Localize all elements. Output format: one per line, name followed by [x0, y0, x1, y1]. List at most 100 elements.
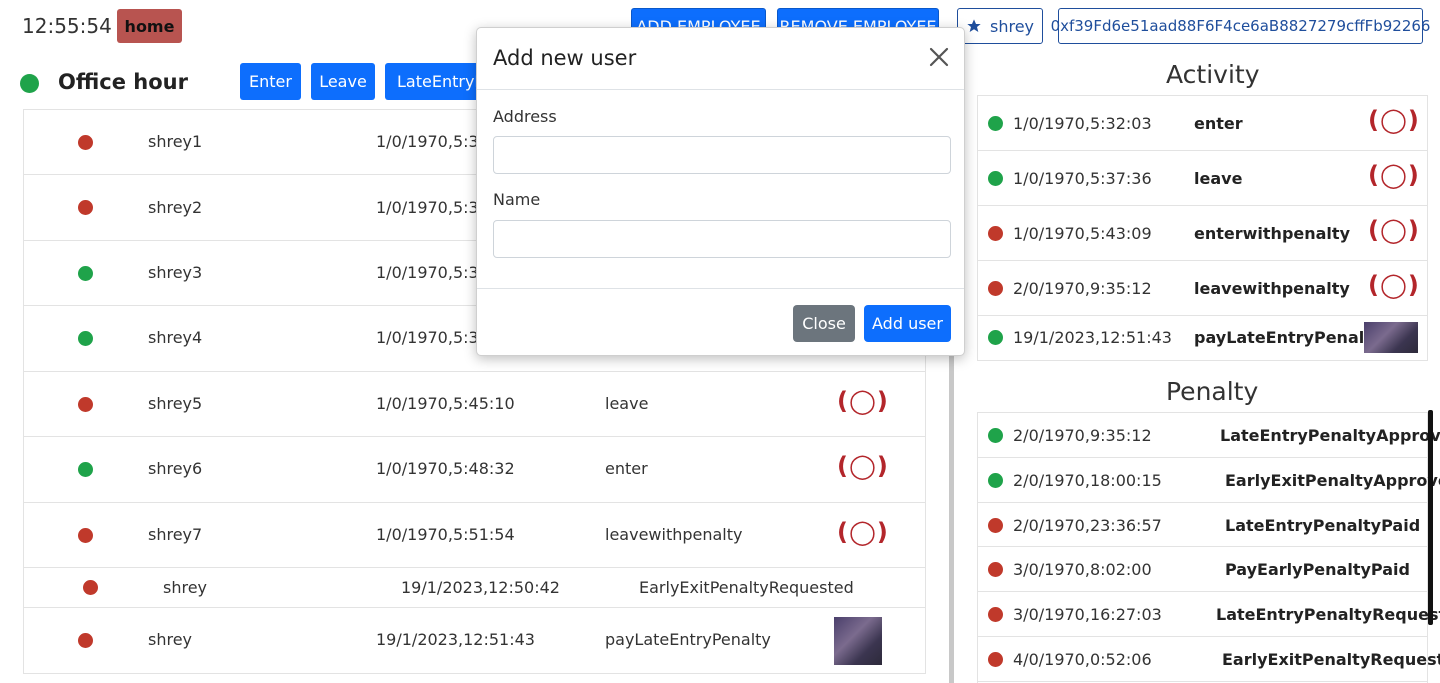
activity-event: leavewithpenalty — [1194, 279, 1350, 298]
activity-row: 1/0/1970,5:32:03 enter (◯) — [978, 96, 1427, 151]
signal-icon: (◯) — [837, 387, 889, 415]
receipt-image[interactable] — [834, 617, 882, 665]
penalty-row: 2/0/1970,9:35:12 LateEntryPenaltyApprove… — [978, 413, 1440, 458]
penalty-time: 3/0/1970,16:27:03 — [1013, 605, 1162, 624]
status-dot — [988, 652, 1003, 667]
penalty-row: 2/0/1970,18:00:15 EarlyExitPenaltyApprov… — [978, 458, 1440, 503]
table-row: shrey7 1/0/1970,5:51:54 leavewithpenalty… — [24, 503, 925, 568]
employee-event: payLateEntryPenalty — [605, 630, 771, 649]
status-dot — [988, 607, 1003, 622]
modal-header: Add new user — [477, 28, 964, 90]
signal-icon: (◯) — [837, 452, 889, 480]
activity-table: 1/0/1970,5:32:03 enter (◯) 1/0/1970,5:37… — [977, 95, 1428, 361]
employee-event: EarlyExitPenaltyRequested — [639, 578, 854, 597]
activity-event: enterwithpenalty — [1194, 224, 1350, 243]
penalty-event: EarlyExitPenaltyRequested — [1222, 650, 1440, 669]
status-dot — [78, 397, 93, 412]
employee-name: shrey — [148, 630, 193, 649]
status-dot — [988, 473, 1003, 488]
penalty-row: 4/0/1970,0:52:06 EarlyExitPenaltyRequest… — [978, 637, 1440, 682]
employee-time: 1/0/1970,5:45:10 — [376, 394, 515, 413]
status-dot — [78, 633, 93, 648]
office-status-dot — [20, 74, 39, 93]
name-label: Name — [493, 190, 541, 209]
penalty-row: 2/0/1970,23:36:57 LateEntryPenaltyPaid — [978, 503, 1427, 547]
status-dot — [988, 116, 1003, 131]
clock: 12:55:54 — [22, 14, 112, 38]
penalty-time: 4/0/1970,0:52:06 — [1013, 650, 1152, 669]
user-chip[interactable]: shrey — [957, 8, 1043, 44]
penalty-time: 3/0/1970,8:02:00 — [1013, 560, 1152, 579]
employee-event: enter — [605, 459, 648, 478]
user-name: shrey — [989, 16, 1034, 36]
leave-button[interactable]: Leave — [311, 63, 375, 100]
penalty-event: PayEarlyPenaltyPaid — [1225, 560, 1410, 579]
activity-row: 19/1/2023,12:51:43 payLateEntryPenalty — [978, 316, 1427, 360]
office-hour-title: Office hour — [58, 70, 188, 94]
close-icon[interactable] — [926, 44, 952, 70]
employee-name: shrey2 — [148, 198, 203, 217]
employee-name: shrey — [163, 578, 208, 597]
employee-name: shrey1 — [148, 132, 203, 151]
table-row: shrey5 1/0/1970,5:45:10 leave (◯) — [24, 372, 925, 437]
employee-time: 1/0/1970,5:51:54 — [376, 525, 515, 544]
status-dot — [988, 171, 1003, 186]
table-row: shrey6 1/0/1970,5:48:32 enter (◯) — [24, 437, 925, 503]
activity-time: 19/1/2023,12:51:43 — [1013, 328, 1172, 347]
penalty-title: Penalty — [1166, 377, 1259, 406]
activity-time: 1/0/1970,5:43:09 — [1013, 224, 1152, 243]
modal-title: Add new user — [493, 46, 637, 70]
status-dot — [988, 330, 1003, 345]
penalty-time: 2/0/1970,9:35:12 — [1013, 426, 1152, 445]
signal-icon: (◯) — [1368, 106, 1420, 134]
activity-time: 1/0/1970,5:37:36 — [1013, 169, 1152, 188]
signal-icon: (◯) — [837, 518, 889, 546]
status-dot — [78, 200, 93, 215]
status-dot — [78, 331, 93, 346]
penalty-event: EarlyExitPenaltyApproved — [1225, 471, 1440, 490]
penalty-row: 3/0/1970,16:27:03 LateEntryPenaltyReques… — [978, 592, 1440, 637]
enter-button[interactable]: Enter — [240, 63, 301, 100]
status-dot — [83, 580, 98, 595]
penalty-event: LateEntryPenaltyRequested — [1216, 605, 1440, 624]
activity-row: 2/0/1970,9:35:12 leavewithpenalty (◯) — [978, 261, 1427, 316]
close-button[interactable]: Close — [793, 305, 855, 342]
modal-footer: Close Add user — [477, 288, 964, 355]
employee-name: shrey4 — [148, 328, 203, 347]
activity-row: 1/0/1970,5:43:09 enterwithpenalty (◯) — [978, 206, 1427, 261]
status-dot — [78, 528, 93, 543]
employee-event: leave — [605, 394, 649, 413]
address-input[interactable] — [493, 136, 951, 174]
receipt-image[interactable] — [1364, 322, 1418, 353]
employee-event: leavewithpenalty — [605, 525, 743, 544]
activity-title: Activity — [1166, 60, 1260, 89]
employee-time: 1/0/1970,5:48:32 — [376, 459, 515, 478]
activity-row: 1/0/1970,5:37:36 leave (◯) — [978, 151, 1427, 206]
activity-time: 1/0/1970,5:32:03 — [1013, 114, 1152, 133]
employee-name: shrey7 — [148, 525, 203, 544]
penalty-scrollbar[interactable] — [1428, 410, 1433, 625]
penalty-table: 2/0/1970,9:35:12 LateEntryPenaltyApprove… — [977, 412, 1440, 683]
penalty-event: LateEntryPenaltyPaid — [1225, 516, 1421, 535]
penalty-event: LateEntryPenaltyApproved — [1220, 426, 1440, 445]
status-dot — [988, 562, 1003, 577]
status-dot — [988, 226, 1003, 241]
activity-event: leave — [1194, 169, 1243, 188]
status-dot — [78, 266, 93, 281]
name-input[interactable] — [493, 220, 951, 258]
penalty-row: 3/0/1970,8:02:00 PayEarlyPenaltyPaid — [978, 547, 1427, 592]
employee-name: shrey3 — [148, 263, 203, 282]
wallet-address[interactable]: 0xf39Fd6e51aad88F6F4ce6aB8827279cffFb922… — [1051, 8, 1430, 44]
status-dot — [78, 135, 93, 150]
status-dot — [78, 462, 93, 477]
address-label: Address — [493, 107, 557, 126]
add-user-button[interactable]: Add user — [864, 305, 951, 342]
employee-name: shrey6 — [148, 459, 203, 478]
home-button[interactable]: home — [117, 9, 182, 43]
table-row: shrey 19/1/2023,12:50:42 EarlyExitPenalt… — [24, 568, 925, 608]
star-icon — [967, 19, 981, 32]
status-dot — [988, 428, 1003, 443]
activity-time: 2/0/1970,9:35:12 — [1013, 279, 1152, 298]
table-row: shrey 19/1/2023,12:51:43 payLateEntryPen… — [24, 608, 925, 673]
employee-name: shrey5 — [148, 394, 203, 413]
